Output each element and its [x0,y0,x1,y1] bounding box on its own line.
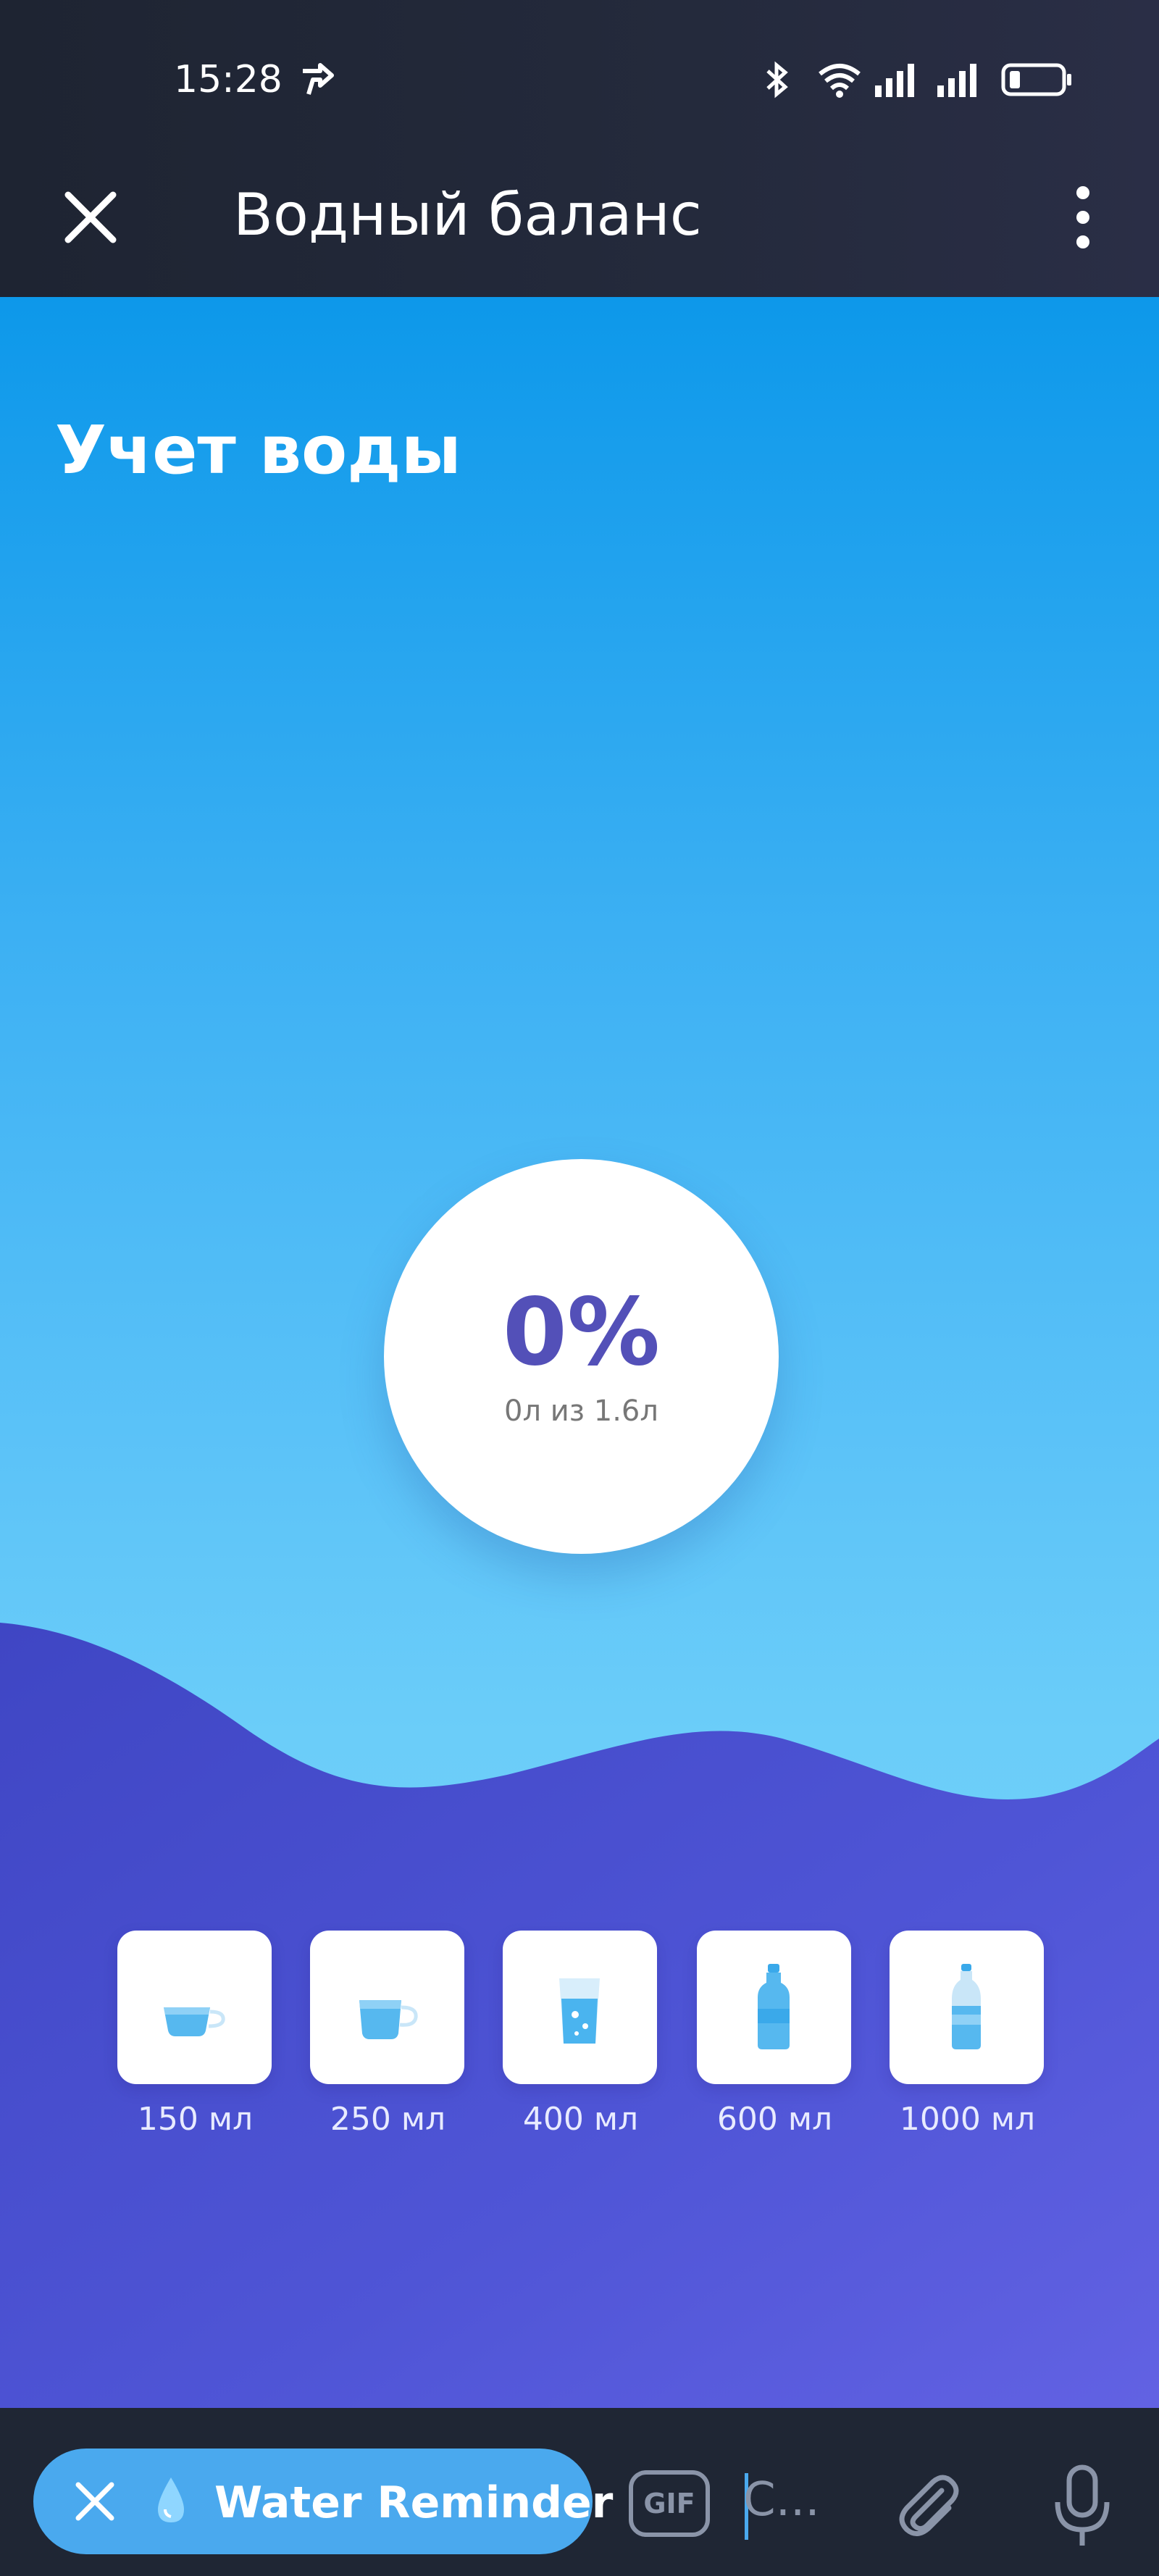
preset-card[interactable] [697,1931,851,2084]
gif-button[interactable]: GIF [629,2470,710,2537]
water-tracker-panel: Учет воды 0% 0л из 1.6л 150 мл 250 мл 40… [0,297,1159,2408]
signal-icon [937,64,976,97]
close-icon[interactable] [58,185,123,250]
cup-icon [164,2007,225,2036]
preset-150ml[interactable]: 150 мл [117,1931,273,2138]
progress-percent: 0% [502,1279,661,1387]
status-time: 15:28 [174,58,283,101]
preset-label: 150 мл [137,2101,254,2138]
progress-circle: 0% 0л из 1.6л [384,1159,779,1554]
preset-1000ml[interactable]: 1000 мл [890,1931,1045,2138]
bottle-icon [758,1964,790,2049]
preset-label: 250 мл [330,2101,446,2138]
preset-card[interactable] [890,1931,1044,2084]
close-icon[interactable] [71,2477,119,2525]
more-vertical-icon[interactable] [1058,181,1108,254]
bluetooth-icon [766,61,788,99]
preset-600ml[interactable]: 600 мл [697,1931,853,2138]
status-bar: 15:28 [0,0,1159,152]
preset-250ml[interactable]: 250 мл [310,1931,466,2138]
preset-label: 1000 мл [899,2101,1036,2138]
large-bottle-icon [952,1964,981,2049]
page-title: Водный баланс [233,181,702,248]
paperclip-icon[interactable] [891,2469,963,2541]
app-bar: Водный баланс [0,152,1159,297]
preset-card[interactable] [310,1931,464,2084]
preset-card[interactable] [503,1931,657,2084]
preset-label: 400 мл [522,2101,639,2138]
section-title: Учет воды [55,411,461,489]
battery-icon [1001,63,1071,96]
call-forward-icon [303,63,334,95]
wifi-icon [819,64,861,98]
water-drop-icon [158,2477,184,2522]
glass-icon [559,1978,600,2044]
volume-presets: 150 мл 250 мл 400 мл 600 мл 1000 мл [0,1931,1159,2148]
preset-label: 600 мл [716,2101,833,2138]
message-bar: Water Reminder GIF С... [0,2408,1159,2576]
preset-card[interactable] [117,1931,272,2084]
bot-chip[interactable]: Water Reminder [33,2449,613,2554]
preset-400ml[interactable]: 400 мл [503,1931,658,2138]
progress-subtitle: 0л из 1.6л [504,1394,658,1428]
chip-label: Water Reminder [214,2477,614,2528]
mug-icon [359,2000,418,2039]
message-input[interactable]: С... [743,2460,837,2540]
signal-icon [875,64,914,97]
microphone-icon[interactable] [1047,2463,1117,2550]
